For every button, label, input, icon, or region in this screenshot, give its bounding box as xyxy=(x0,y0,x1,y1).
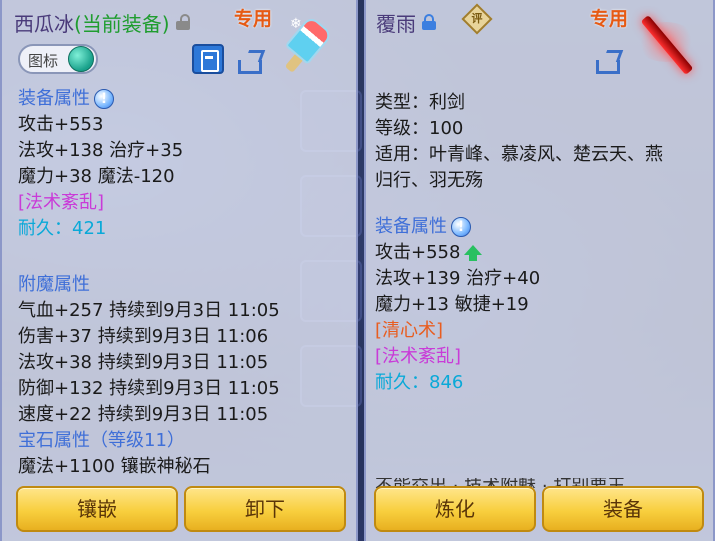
popsicle-weapon-icon: ❄ xyxy=(280,14,340,76)
attack-line: 攻击+558 xyxy=(375,240,540,266)
enchant-line: 气血+257 持续到9月3日 11:05 xyxy=(18,300,280,321)
info-icon[interactable]: ! xyxy=(94,89,114,109)
red-blade-weapon-icon xyxy=(636,12,696,76)
usable-line: 归行、羽无殇 xyxy=(375,170,483,191)
equipped-tag: (当前装备) xyxy=(74,11,170,36)
right-info-block: 类型：利剑 等级：100 适用：叶青峰、慕凌风、楚云天、燕 归行、羽无殇 xyxy=(375,90,663,194)
durability-label: 耐久：846 xyxy=(375,372,464,393)
enchant-line: 防御+132 持续到9月3日 11:05 xyxy=(18,378,280,399)
level-line: 等级：100 xyxy=(375,118,464,139)
item-title-bar: 覆雨 xyxy=(376,4,436,40)
up-arrow-icon xyxy=(464,245,483,261)
exclusive-label: 专用 xyxy=(590,8,629,30)
stat-line: 魔力+38 魔法-120 xyxy=(18,166,175,187)
attr-header: 装备属性 ! xyxy=(375,214,471,240)
skill-label: [法术紊乱] xyxy=(375,346,462,367)
share-icon[interactable] xyxy=(596,48,626,74)
stat-line: 法攻+139 治疗+40 xyxy=(375,268,541,289)
enchant-header: 附魔属性 xyxy=(18,274,90,295)
inlay-button[interactable]: 镶嵌 xyxy=(16,486,178,532)
left-stats-block: 装备属性 ! 攻击+553 法攻+138 治疗+35 魔力+38 魔法-120 … xyxy=(18,86,183,242)
stat-line: 法攻+138 治疗+35 xyxy=(18,140,184,161)
icon-toggle[interactable]: 图标 xyxy=(18,44,98,74)
gem-header: 宝石属性（等级11） xyxy=(18,430,185,451)
lock-open-icon[interactable] xyxy=(175,14,190,30)
enchant-line: 伤害+37 持续到9月3日 11:06 xyxy=(18,326,269,347)
stat-line: 魔力+13 敏捷+19 xyxy=(375,294,529,315)
item-name: 西瓜冰 xyxy=(14,11,74,36)
stat-line: 攻击+553 xyxy=(18,114,104,135)
skill-label: [清心术] xyxy=(375,320,444,341)
usable-line: 适用：叶青峰、慕凌风、楚云天、燕 xyxy=(375,144,663,165)
enchant-block: 附魔属性 气血+257 持续到9月3日 11:05 伤害+37 持续到9月3日 … xyxy=(18,272,280,480)
right-stats-block: 装备属性 ! 攻击+558 法攻+139 治疗+40 魔力+13 敏捷+19 [… xyxy=(375,214,540,396)
toggle-knob xyxy=(68,46,94,72)
item-name: 覆雨 xyxy=(376,11,416,36)
item-title-bar: 西瓜冰 (当前装备) xyxy=(14,4,190,40)
attr-header: 装备属性 ! xyxy=(18,86,114,112)
icon-toggle-label: 图标 xyxy=(28,52,59,70)
info-icon[interactable]: ! xyxy=(451,217,471,237)
lock-closed-icon[interactable] xyxy=(422,14,436,30)
durability-label: 耐久：421 xyxy=(18,218,107,239)
enchant-line: 速度+22 持续到9月3日 11:05 xyxy=(18,404,269,425)
refine-button[interactable]: 炼化 xyxy=(374,486,536,532)
gem-stat: 魔法+1100 镶嵌神秘石 xyxy=(18,456,211,477)
exclusive-label: 专用 xyxy=(234,8,273,30)
unequip-button[interactable]: 卸下 xyxy=(184,486,346,532)
skill-label: [法术紊乱] xyxy=(18,192,105,213)
share-icon[interactable] xyxy=(238,48,268,74)
enchant-line: 法攻+38 持续到9月3日 11:05 xyxy=(18,352,269,373)
type-line: 类型：利剑 xyxy=(375,92,465,113)
current-equipment-panel: 西瓜冰 (当前装备) 专用 图标 ❄ 装备属性 ! 攻击+553 法攻+138 … xyxy=(0,0,358,541)
equip-button[interactable]: 装备 xyxy=(542,486,704,532)
book-icon[interactable] xyxy=(192,44,224,74)
